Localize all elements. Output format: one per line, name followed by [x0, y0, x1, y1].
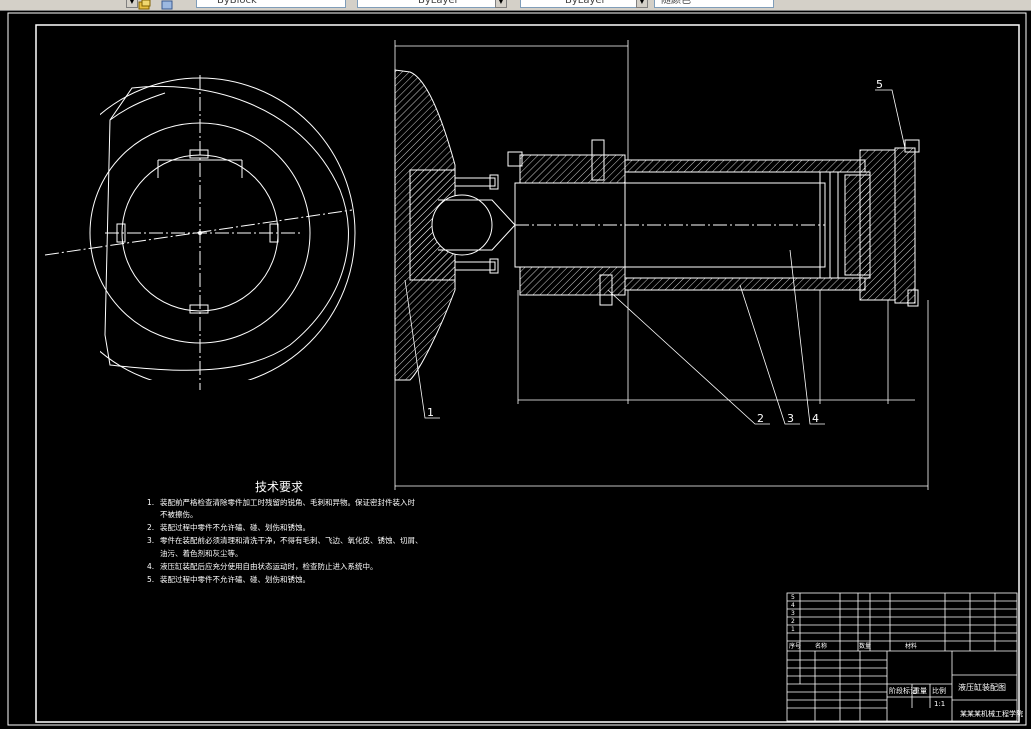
drawing-canvas[interactable]: 1 2 3 4 5 技术要求 1. 装配前严格检查清除零件加工时残留的锐角、毛刺…: [0, 11, 1031, 729]
company-name: 某某某机械工程学院: [960, 709, 1023, 718]
svg-text:液压缸装配后应充分使用自由状态运动时，检查防止进入系统中。: 液压缸装配后应充分使用自由状态运动时，检查防止进入系统中。: [160, 561, 378, 571]
block-combo[interactable]: ByBlock: [196, 0, 346, 8]
svg-text:3: 3: [791, 610, 795, 617]
svg-text:1.: 1.: [147, 498, 154, 507]
svg-text:序号: 序号: [789, 642, 801, 650]
inner-border: [35, 24, 1020, 723]
scale-label: 比例: [932, 686, 946, 695]
svg-text:零件在装配前必须清理和清洗干净，不得有毛刺、飞边、氧化皮、锈: 零件在装配前必须清理和清洗干净，不得有毛刺、飞边、氧化皮、锈蚀、切屑、: [160, 535, 423, 545]
callout-5: 5: [876, 78, 883, 91]
svg-text:材料: 材料: [905, 642, 917, 650]
linetype-combo-arrow[interactable]: ▼: [636, 0, 648, 8]
callout-3: 3: [787, 412, 794, 425]
callout-2: 2: [757, 412, 764, 425]
callout-1: 1: [427, 406, 434, 419]
bom-table: [786, 592, 1018, 722]
svg-text:不被擦伤。: 不被擦伤。: [160, 509, 198, 519]
cad-toolbar: ▼ ByBlock ByLayer ▼ ByLayer ▼ 随颜色: [0, 0, 1031, 11]
svg-text:数量: 数量: [859, 642, 871, 650]
svg-text:4.: 4.: [147, 562, 154, 571]
svg-text:名称: 名称: [815, 642, 827, 650]
weight-label: 重量: [913, 687, 927, 695]
svg-text:油污、着色剂和灰尘等。: 油污、着色剂和灰尘等。: [160, 548, 243, 558]
svg-text:4: 4: [791, 602, 795, 609]
svg-text:装配过程中零件不允许磕、碰、划伤和锈蚀。: 装配过程中零件不允许磕、碰、划伤和锈蚀。: [160, 522, 310, 532]
layer-combo-arrow[interactable]: ▼: [495, 0, 507, 8]
scale-value: 1:1: [934, 700, 945, 708]
layer-icon[interactable]: [138, 0, 152, 10]
layer-dropdown-arrow[interactable]: ▼: [126, 0, 138, 8]
layer-states-icon[interactable]: [160, 0, 174, 10]
bom-numbers: 5 4 3 2 1: [791, 594, 795, 633]
svg-text:2: 2: [791, 618, 795, 625]
svg-text:2.: 2.: [147, 523, 154, 532]
svg-text:装配过程中零件不允许磕、碰、划伤和锈蚀。: 装配过程中零件不允许磕、碰、划伤和锈蚀。: [160, 574, 310, 584]
svg-text:5.: 5.: [147, 575, 154, 584]
layer-combo[interactable]: ByLayer: [357, 0, 507, 8]
tech-title: 技术要求: [255, 480, 303, 494]
section-view: [394, 69, 920, 381]
svg-text:1: 1: [791, 626, 795, 633]
svg-text:3.: 3.: [147, 536, 154, 545]
drawing-name: 液压缸装配图: [958, 682, 1006, 692]
svg-text:5: 5: [791, 594, 795, 601]
tech-notes: 1. 装配前严格检查清除零件加工时残留的锐角、毛刺和异物。保证密封件装入时 不被…: [147, 497, 423, 584]
end-view: [44, 75, 356, 390]
svg-text:装配前严格检查清除零件加工时残留的锐角、毛刺和异物。保证密封: 装配前严格检查清除零件加工时残留的锐角、毛刺和异物。保证密封件装入时: [160, 497, 415, 507]
linetype-combo[interactable]: ByLayer: [520, 0, 648, 8]
callout-4: 4: [812, 412, 819, 425]
bom-header: 序号 名称 数量 材料: [789, 642, 917, 650]
color-combo[interactable]: 随颜色: [654, 0, 774, 8]
